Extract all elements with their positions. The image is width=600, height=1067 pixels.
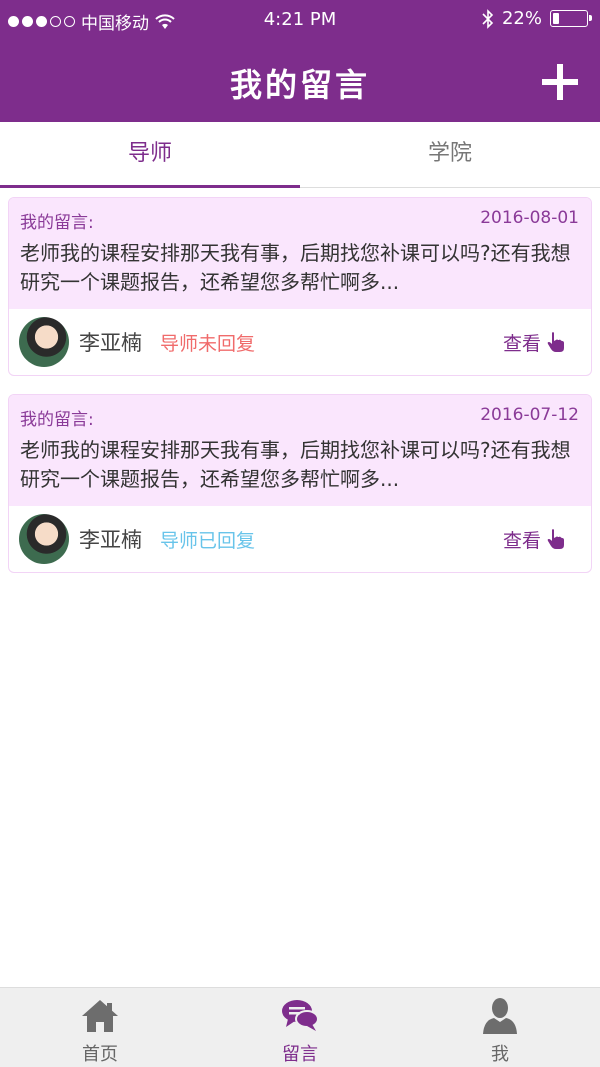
nav-me-label: 我 (491, 1044, 509, 1065)
message-footer: 李亚楠 导师已回复 查看 (9, 506, 591, 572)
message-content: 我的留言: 2016-07-12 老师我的课程安排那天我有事，后期找您补课可以吗… (9, 395, 591, 506)
message-card[interactable]: 我的留言: 2016-07-12 老师我的课程安排那天我有事，后期找您补课可以吗… (8, 394, 592, 573)
message-text: 老师我的课程安排那天我有事，后期找您补课可以吗?还有我想研究一个课题报告，还希望… (20, 241, 571, 294)
add-message-button[interactable] (542, 64, 578, 100)
message-heading: 我的留言: (20, 410, 94, 430)
nav-messages-label: 留言 (282, 1044, 318, 1065)
top-bar: 中国移动 4:21 PM 22% 我的留言 (0, 0, 600, 122)
status-bar: 中国移动 4:21 PM 22% (0, 0, 600, 40)
nav-home-label: 首页 (82, 1044, 118, 1065)
bluetooth-icon (482, 8, 494, 29)
message-list: 我的留言: 2016-08-01 老师我的课程安排那天我有事，后期找您补课可以吗… (8, 197, 592, 591)
reply-status-badge: 导师已回复 (160, 529, 256, 552)
mentor-name: 李亚楠 (79, 528, 142, 552)
tab-mentor[interactable]: 导师 (0, 122, 300, 188)
page-title: 我的留言 (229, 66, 370, 104)
chat-icon (282, 1000, 319, 1031)
bottom-nav: 首页 留言 我 (0, 987, 600, 1067)
view-button[interactable]: 查看 (503, 506, 565, 572)
message-date: 2016-08-01 (480, 208, 579, 228)
tap-hand-icon (547, 332, 564, 352)
home-icon (82, 1000, 118, 1032)
message-content: 我的留言: 2016-08-01 老师我的课程安排那天我有事，后期找您补课可以吗… (9, 198, 591, 309)
status-right: 22% (482, 8, 592, 29)
tab-college[interactable]: 学院 (300, 122, 600, 187)
nav-me[interactable]: 我 (400, 988, 600, 1067)
message-card[interactable]: 我的留言: 2016-08-01 老师我的课程安排那天我有事，后期找您补课可以吗… (8, 197, 592, 376)
avatar (19, 317, 69, 367)
mentor-name: 李亚楠 (79, 331, 142, 355)
message-date: 2016-07-12 (480, 405, 579, 425)
user-icon (483, 998, 517, 1034)
avatar (19, 514, 69, 564)
message-footer: 李亚楠 导师未回复 查看 (9, 309, 591, 375)
view-button[interactable]: 查看 (503, 309, 565, 375)
view-label: 查看 (502, 332, 541, 355)
message-text: 老师我的课程安排那天我有事，后期找您补课可以吗?还有我想研究一个课题报告，还希望… (20, 438, 571, 491)
reply-status-badge: 导师未回复 (160, 332, 256, 355)
message-heading: 我的留言: (20, 213, 94, 233)
battery-icon (550, 10, 592, 27)
nav-messages[interactable]: 留言 (200, 988, 400, 1067)
battery-percent: 22% (501, 8, 542, 29)
tap-hand-icon (547, 529, 564, 549)
view-label: 查看 (502, 529, 541, 552)
nav-home[interactable]: 首页 (0, 988, 200, 1067)
tab-bar: 导师 学院 (0, 122, 600, 188)
